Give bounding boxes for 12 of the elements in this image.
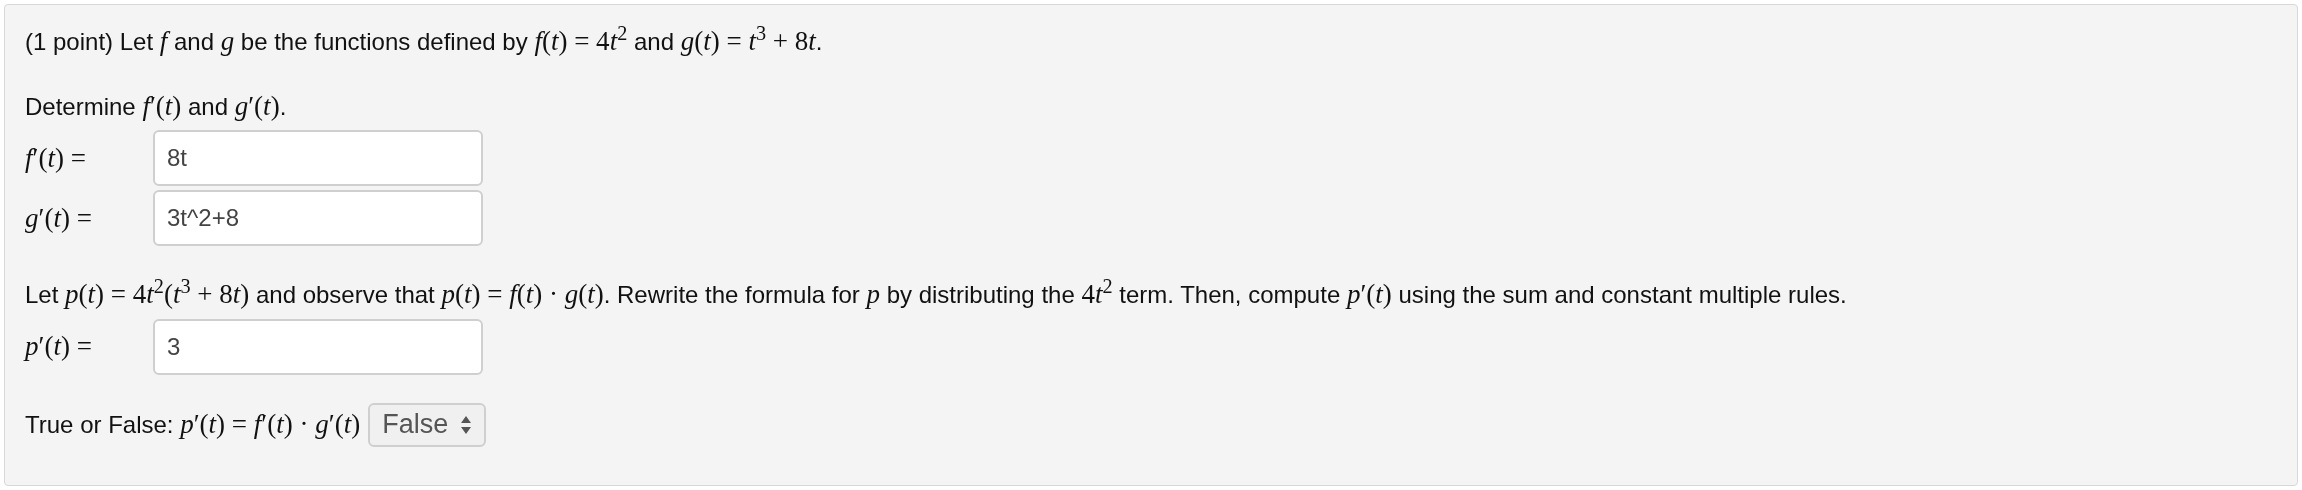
answer-label: g′(t) = xyxy=(25,201,93,235)
answer-field[interactable]: 3t^2+8 xyxy=(153,190,483,246)
problem-statement: (1 point) Let f and g be the functions defined by f(t) = 4t$^{2}$ and g(t) = t$^{3}$ + 8t. xyxy=(25,21,824,58)
up-down-caret-icon xyxy=(460,414,473,435)
true-false-select[interactable]: False xyxy=(368,402,487,447)
answer-label: p′(t) = xyxy=(25,330,93,364)
question-text: True or False: p′(t) = f′(t) · g′(t) xyxy=(25,408,361,442)
answer-label: f′(t) = xyxy=(25,141,87,175)
instruction-text: Let p(t) = 4t$^{2}$(t$^{3}$ + 8t) and observe that p(t) = f(t) · g(t). Rewrite the formula for p by distributing the 4t$^{2}$ term. Then, compute p′(t) using the sum and constant multiple rules. xyxy=(25,274,1848,311)
answer-field[interactable]: 8t xyxy=(153,130,483,186)
instruction-text: Determine f′(t) and g′(t). xyxy=(25,89,288,123)
answer-field[interactable]: 3 xyxy=(153,318,483,375)
